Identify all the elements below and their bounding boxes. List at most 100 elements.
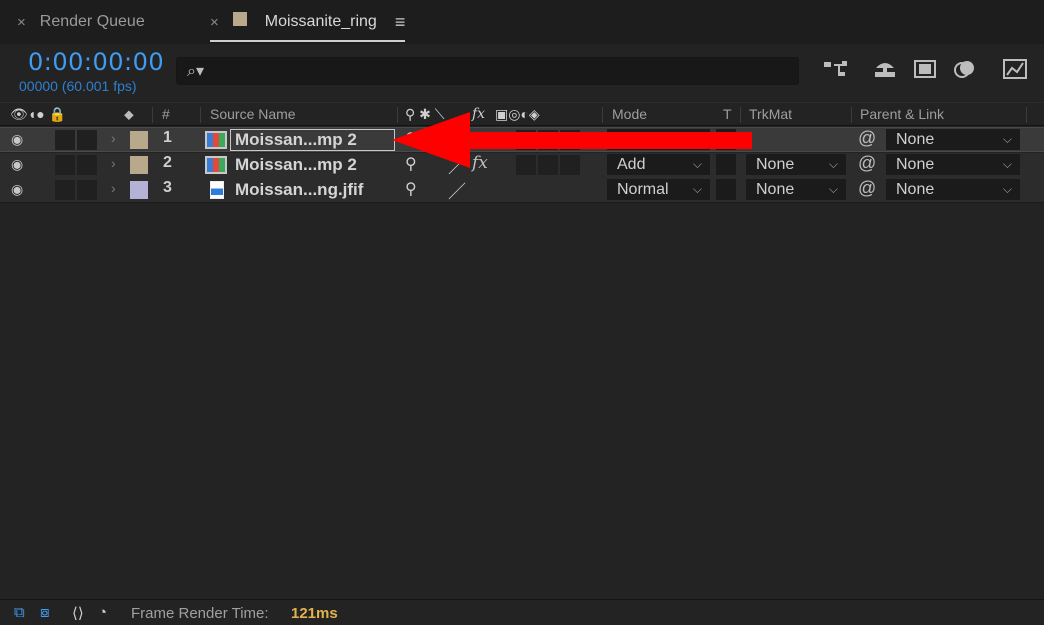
graph-editor-icon[interactable] [1001, 58, 1029, 84]
layer-row[interactable]: ◉ › 3 Moissan...ng.jfif ⚲ ／ Normal ⌵ None… [0, 178, 1044, 203]
tab-composition[interactable]: × Moissanite_ring ≡ [210, 0, 406, 44]
pick-whip-icon[interactable]: @ [858, 153, 876, 174]
source-name-header[interactable]: Source Name [210, 106, 296, 122]
switches-header-icons[interactable]: ⚲ ✱ ⟍ [405, 106, 445, 123]
layer-switches-toggle-icon[interactable]: ⧉ [14, 604, 25, 621]
layer-name[interactable]: Moissan...mp 2 [235, 130, 357, 150]
layer-number: 3 [163, 179, 172, 196]
layer-search-input[interactable]: ⌕▾ [176, 57, 799, 85]
layer-row[interactable]: ◉ › 2 Moissan...mp 2 ⚲ ／ fx Add ⌵ None ⌵ @… [0, 153, 1044, 178]
comp-color-swatch [232, 12, 247, 26]
panel-menu-icon[interactable]: ≡ [395, 12, 406, 33]
comp-icon [205, 131, 227, 149]
layer-label-color[interactable] [130, 181, 148, 199]
track-matte-toggle[interactable] [716, 154, 736, 175]
shy-switch-icon[interactable]: ⚲ [405, 129, 417, 149]
mode-header[interactable]: Mode [612, 106, 647, 122]
eye-icon[interactable]: ◉ [11, 131, 23, 148]
mode-value: Add [617, 156, 646, 173]
label-header-icon[interactable]: ⬥ [124, 106, 134, 123]
image-icon [210, 181, 224, 199]
switch-box[interactable] [560, 155, 580, 175]
current-time-display[interactable]: 0:00:00:00 [28, 48, 164, 76]
av-features-header-icons[interactable]: 👁︎◖● 🔒 [10, 106, 66, 123]
chevron-down-icon: ⌵ [1002, 132, 1012, 146]
render-time-icon[interactable]: ◔ [98, 604, 107, 621]
t-header[interactable]: T [723, 106, 732, 122]
tab-label: Render Queue [39, 13, 145, 30]
parent-dropdown[interactable]: None ⌵ [886, 129, 1020, 150]
parent-dropdown[interactable]: None ⌵ [886, 154, 1020, 175]
layer-number: 2 [163, 154, 172, 171]
switch-box[interactable] [516, 155, 536, 175]
red-annotation-arrow [392, 112, 752, 168]
mode-dropdown[interactable]: Normal ⌵ [607, 179, 710, 200]
column-divider[interactable] [740, 107, 741, 123]
mode-dropdown[interactable]: Add ⌵ [607, 154, 710, 175]
parent-value: None [896, 131, 935, 148]
parent-dropdown[interactable]: None ⌵ [886, 179, 1020, 200]
lock-switch[interactable] [77, 130, 97, 150]
comp-icon [205, 156, 227, 174]
column-divider[interactable] [1026, 107, 1027, 123]
column-divider[interactable] [851, 107, 852, 123]
track-matte-toggle[interactable] [716, 129, 736, 150]
motion-blur-icon[interactable] [951, 58, 979, 84]
column-divider[interactable] [602, 107, 603, 123]
quality-switch-icon[interactable]: ／ [448, 153, 466, 179]
layer-name[interactable]: Moissan...ng.jfif [235, 180, 363, 200]
shy-switch-icon[interactable]: ⚲ [405, 179, 417, 199]
tab-render-queue[interactable]: × Render Queue [17, 0, 145, 44]
status-bar: ⧉ ⧇ ⟨⟩ ◔ Frame Render Time: 121ms [0, 599, 1044, 625]
eye-icon[interactable]: ◉ [11, 156, 23, 173]
layer-label-color[interactable] [130, 156, 148, 174]
chevron-down-icon: ⌵ [828, 157, 838, 171]
lock-switch[interactable] [77, 180, 97, 200]
pick-whip-icon[interactable]: @ [858, 178, 876, 199]
chevron-down-icon: ⌵ [1002, 157, 1012, 171]
in-out-toggle-icon[interactable]: ⟨⟩ [72, 604, 84, 622]
chevron-right-icon[interactable]: › [111, 130, 116, 146]
trkmat-dropdown[interactable]: None ⌵ [746, 154, 846, 175]
quality-switch-icon[interactable]: ／ [448, 178, 466, 204]
transfer-controls-toggle-icon[interactable]: ⧇ [40, 604, 50, 621]
solo-switch[interactable] [55, 130, 75, 150]
column-divider[interactable] [152, 107, 153, 123]
close-tab-icon[interactable]: × [17, 14, 26, 31]
parent-value: None [896, 156, 935, 173]
effects-switch-icon[interactable]: fx [472, 153, 488, 173]
layer-name[interactable]: Moissan...mp 2 [235, 155, 357, 175]
layer-row[interactable]: ◉ › 1 Moissan...mp 2 ⚲ Add ⌵ @ None ⌵ [0, 127, 1044, 152]
eye-icon[interactable]: ◉ [11, 181, 23, 198]
solo-switch[interactable] [55, 155, 75, 175]
close-tab-icon[interactable]: × [210, 14, 219, 31]
switches-header-icons-2[interactable]: ▣◎◐◈ [495, 106, 540, 123]
comp-flowchart-icon[interactable] [822, 58, 850, 84]
panel-tab-bar: × Render Queue × Moissanite_ring ≡ [0, 0, 1044, 44]
chevron-right-icon[interactable]: › [111, 180, 116, 196]
trkmat-value: None [756, 181, 795, 198]
shy-layers-icon[interactable] [871, 58, 899, 84]
track-matte-toggle[interactable] [716, 179, 736, 200]
solo-switch[interactable] [55, 180, 75, 200]
pick-whip-icon[interactable]: @ [858, 128, 876, 149]
lock-switch[interactable] [77, 155, 97, 175]
frame-blending-icon[interactable] [911, 58, 939, 84]
chevron-right-icon[interactable]: › [111, 155, 116, 171]
layer-label-color[interactable] [130, 131, 148, 149]
column-divider[interactable] [200, 107, 201, 123]
trkmat-header[interactable]: TrkMat [749, 106, 792, 122]
switch-box[interactable] [516, 130, 536, 150]
column-divider[interactable] [397, 107, 398, 123]
number-header[interactable]: # [162, 106, 170, 122]
switch-box[interactable] [560, 130, 580, 150]
mode-value: Normal [617, 181, 669, 198]
mode-dropdown[interactable]: Add ⌵ [607, 129, 710, 150]
fx-header[interactable]: fx [472, 106, 485, 122]
trkmat-dropdown[interactable]: None ⌵ [746, 179, 846, 200]
switch-box[interactable] [538, 130, 558, 150]
parent-link-header[interactable]: Parent & Link [860, 106, 944, 122]
shy-switch-icon[interactable]: ⚲ [405, 154, 417, 174]
switch-box[interactable] [538, 155, 558, 175]
search-icon: ⌕▾ [187, 63, 204, 80]
